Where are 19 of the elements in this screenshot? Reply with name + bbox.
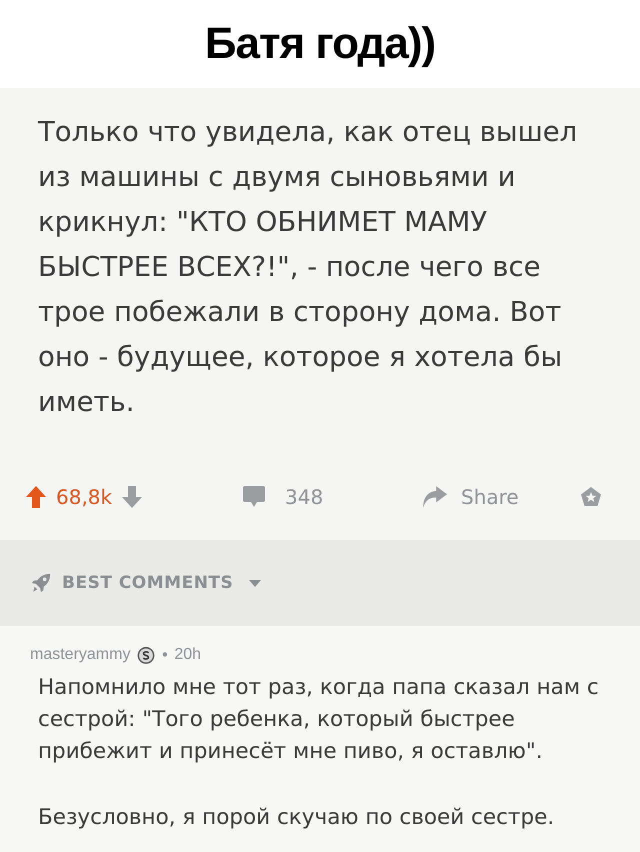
share-button[interactable]: Share [421, 484, 579, 510]
comment-author[interactable]: masteryammy [30, 646, 130, 664]
comment-text: Напомнило мне тот раз, когда папа сказал нам с сестрой: "Того ребенка, который быстрее прибежит и принесёт мне пиво, я оставлю". [38, 674, 600, 766]
comment-count: 348 [285, 485, 324, 509]
star-icon[interactable] [579, 485, 603, 509]
post-text: Только что увидела, как отец вышел из машины с двумя сыновьями и крикнул: "КТО ОБНИМЕТ МАМУ БЫСТРЕЕ ВСЕХ?!", - после чего все трое побежали в сторону дома. Вот оно - будущее, которое я хотела бы иметь. [38, 115, 578, 420]
comment-icon[interactable] [243, 486, 265, 508]
caret-icon [249, 580, 262, 586]
downvote-icon[interactable] [122, 486, 142, 508]
comment-age: 20h [174, 646, 202, 664]
vote-count: 68,8k [56, 485, 112, 509]
separator-dot: • [160, 646, 170, 664]
share-icon [421, 484, 447, 510]
coin-badge-icon [137, 646, 156, 664]
rocket-icon [30, 572, 52, 594]
upvote-icon[interactable] [26, 486, 46, 508]
sort-dropdown[interactable]: BEST COMMENTS [30, 572, 262, 594]
page-title: Батя года)) [204, 19, 436, 69]
comment-text: Безусловно, я порой скучаю по своей сестре. [38, 804, 556, 832]
